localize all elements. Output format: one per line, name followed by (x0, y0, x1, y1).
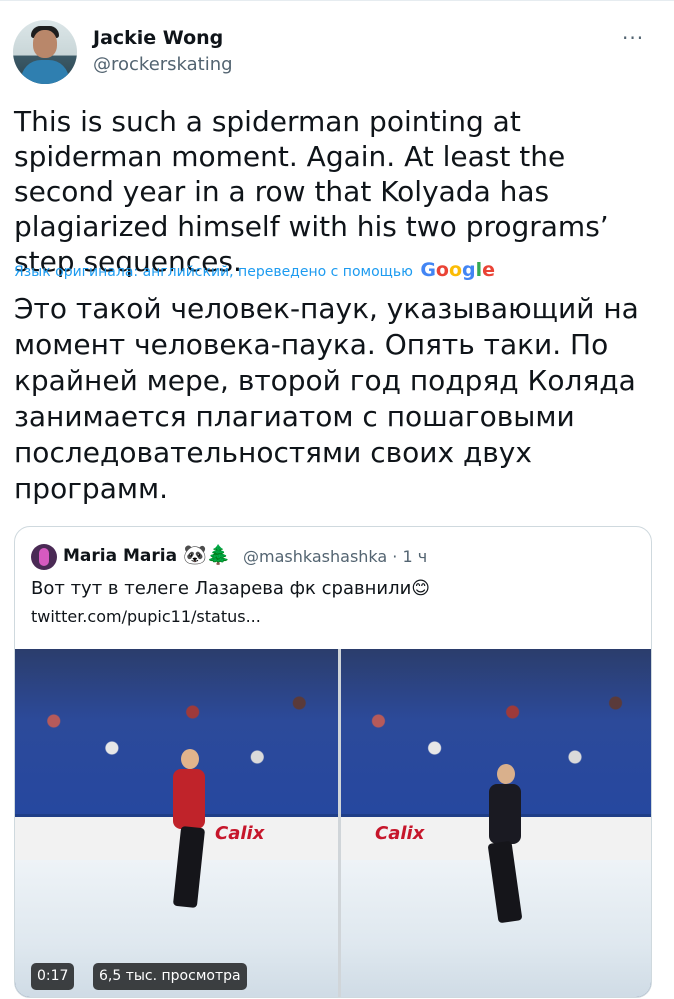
quote-timestamp[interactable]: 1 ч (402, 547, 427, 566)
top-divider (0, 0, 674, 1)
quote-author-name[interactable]: Maria Maria (63, 546, 177, 566)
video-duration-badge: 0:17 (31, 963, 75, 990)
video-player[interactable]: Calix Calix 0:17 6,5 тыс. просмотра (15, 649, 651, 997)
quote-link[interactable]: twitter.com/pupic11/status... (31, 607, 261, 626)
author-name[interactable]: Jackie Wong (93, 27, 223, 49)
quote-author-meta[interactable]: @mashkashashka · 1 ч (243, 547, 427, 566)
translation-note-text: Язык оригинала: английский, переведено с… (14, 264, 413, 280)
video-frame-left: Calix (15, 649, 338, 997)
quote-text: Вот тут в телеге Лазарева фк сравнили😊 (31, 578, 431, 599)
video-frame-right: Calix (341, 649, 651, 997)
avatar-shirt (21, 60, 69, 84)
google-logo: Google (420, 259, 496, 281)
tweet-text: This is such a spiderman pointing at spi… (14, 105, 609, 278)
video-views-badge: 6,5 тыс. просмотра (93, 963, 247, 990)
author-avatar[interactable] (13, 20, 77, 84)
meta-separator: · (392, 547, 398, 566)
boards-ad-right: Calix (375, 823, 425, 844)
quote-author-handle[interactable]: @mashkashashka (243, 547, 387, 566)
quote-author-avatar[interactable] (31, 544, 57, 570)
quoted-tweet[interactable]: Maria Maria 🐼🌲 @mashkashashka · 1 ч Вот … (14, 526, 652, 998)
quote-author-emoji: 🐼🌲 (183, 544, 231, 566)
boards-ad-left: Calix (215, 823, 265, 844)
more-options-icon[interactable]: ··· (622, 26, 644, 50)
avatar-face (33, 30, 57, 58)
translation-note[interactable]: Язык оригинала: английский, переведено с… (14, 259, 495, 281)
translated-text: Это такой человек-паук, указывающий на м… (14, 292, 639, 505)
author-handle[interactable]: @rockerskating (93, 54, 233, 75)
